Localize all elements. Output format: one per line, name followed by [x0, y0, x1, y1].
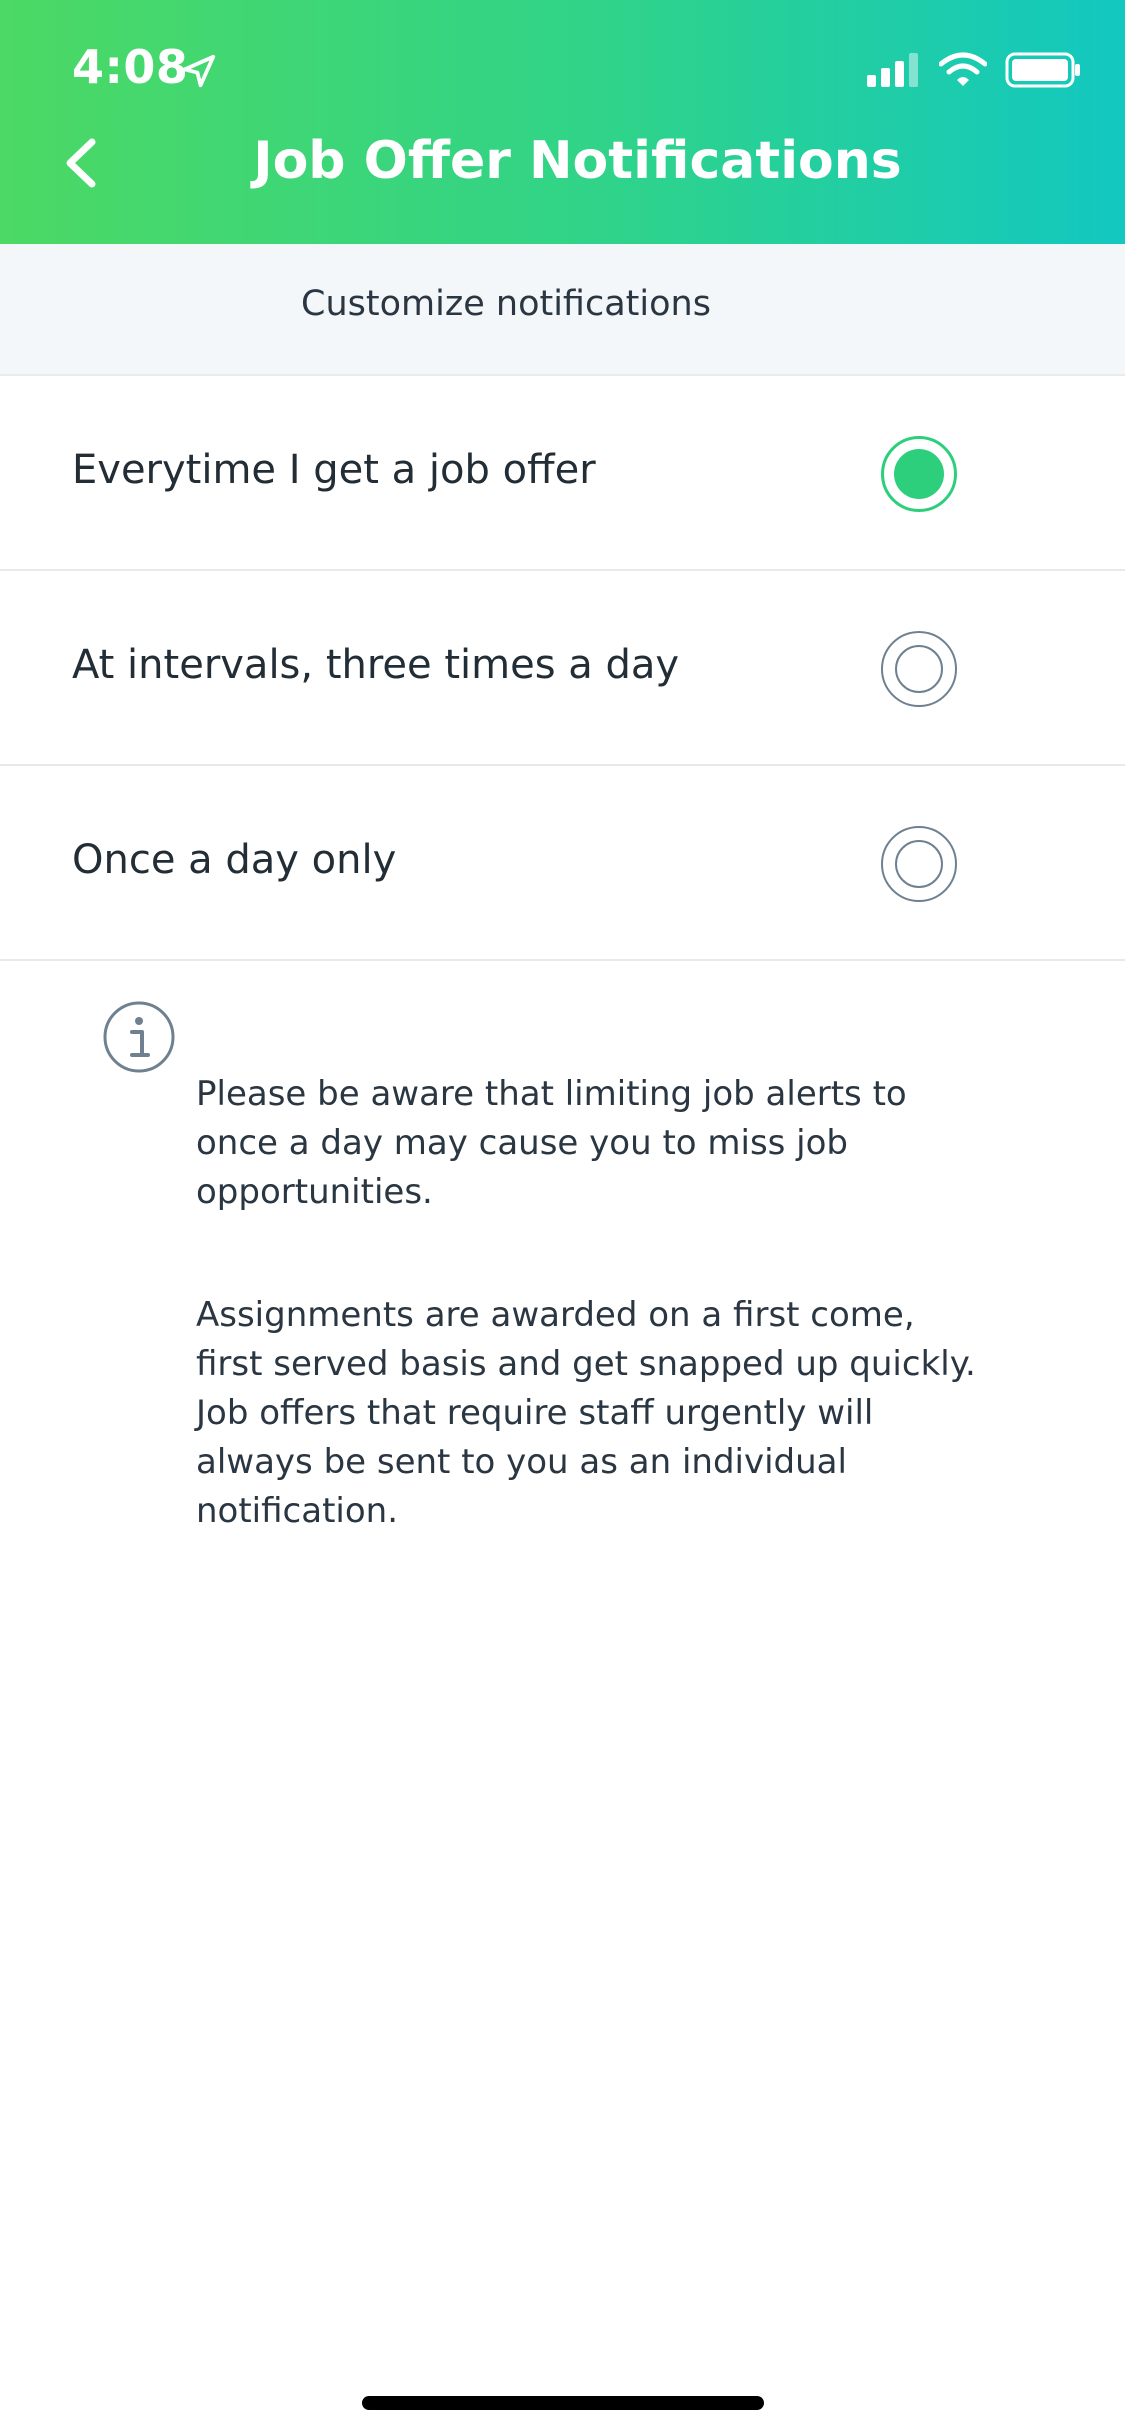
radio-selected[interactable] — [881, 436, 957, 512]
notification-settings-screen: 4:08 Job Offer Notifications Customize n… — [0, 0, 1125, 2436]
home-indicator — [362, 2396, 764, 2410]
wifi-icon — [939, 52, 987, 86]
battery-icon — [1005, 52, 1080, 88]
section-header: Customize notifications — [0, 244, 1125, 376]
signal-icon — [867, 53, 918, 87]
section-header-label: Customize notifications — [301, 284, 711, 324]
status-time: 4:08 — [72, 40, 189, 94]
location-arrow-icon — [182, 54, 216, 88]
info-icon — [103, 1001, 175, 1073]
option-label: At intervals, three times a day — [72, 642, 680, 688]
page-title: Job Offer Notifications — [253, 131, 902, 191]
info-paragraph-1: Please be aware that limiting job alerts… — [196, 1074, 907, 1212]
radio-unselected[interactable] — [881, 826, 957, 902]
option-label: Once a day only — [72, 837, 397, 883]
header: 4:08 Job Offer Notifications — [0, 0, 1125, 244]
option-label: Everytime I get a job offer — [72, 447, 596, 493]
info-paragraph-2: Assignments are awarded on a first come,… — [196, 1295, 976, 1531]
option-every-offer[interactable]: Everytime I get a job offer — [0, 376, 1125, 571]
option-three-times-day[interactable]: At intervals, three times a day — [0, 571, 1125, 766]
radio-unselected[interactable] — [881, 631, 957, 707]
status-icons — [867, 50, 1081, 90]
option-once-a-day[interactable]: Once a day only — [0, 766, 1125, 961]
